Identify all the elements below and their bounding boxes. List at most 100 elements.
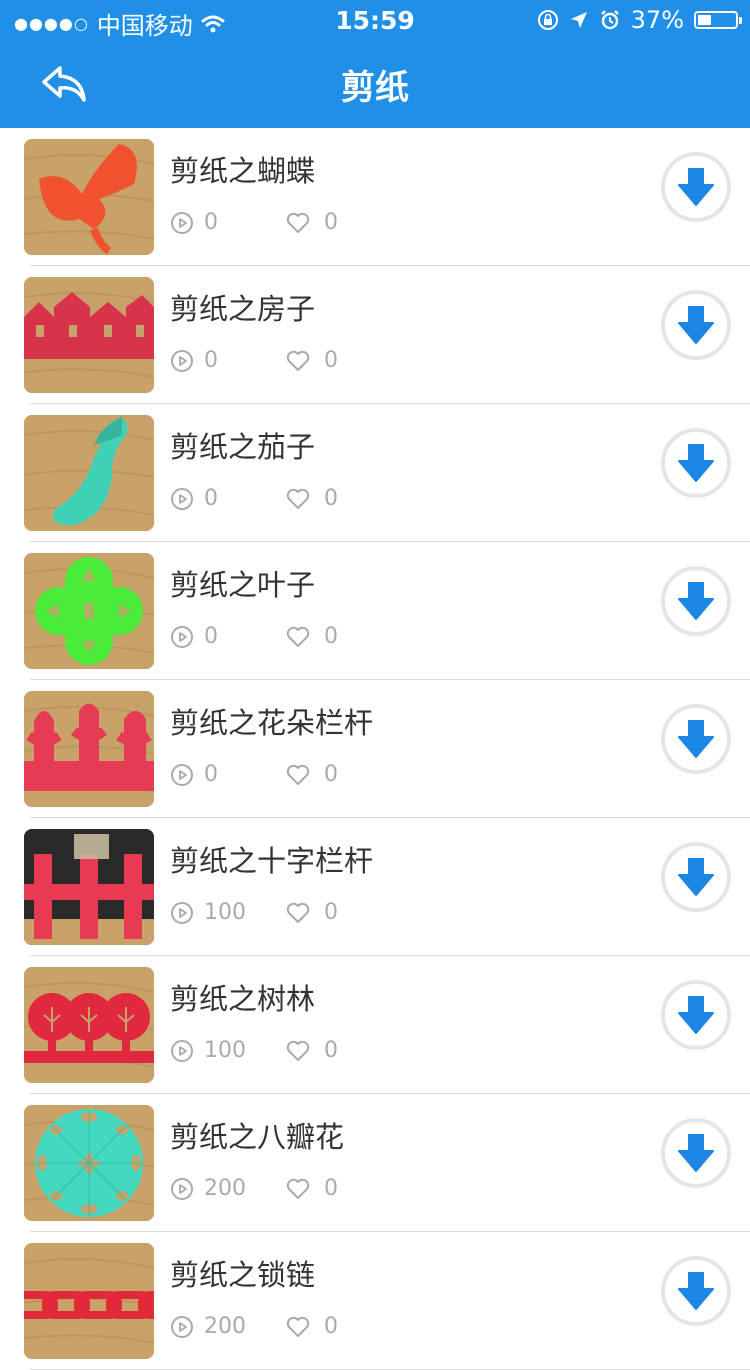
list-item[interactable]: 剪纸之八瓣花 200 0 — [0, 1094, 750, 1232]
like-count: 0 — [286, 210, 338, 235]
thumbnail-image[interactable] — [24, 553, 154, 669]
play-count: 100 — [170, 900, 246, 925]
play-icon — [171, 1315, 193, 1338]
heart-icon[interactable] — [286, 488, 310, 510]
like-count-value: 0 — [324, 624, 338, 649]
thumbnail-image[interactable] — [24, 415, 154, 531]
location-arrow-icon — [570, 12, 587, 28]
thumbnail-image[interactable] — [24, 139, 154, 255]
like-count: 0 — [286, 624, 338, 649]
heart-icon[interactable] — [286, 1040, 310, 1062]
leaf-papercut-image — [24, 553, 154, 669]
download-arrow-icon — [678, 582, 714, 620]
item-title: 剪纸之花朵栏杆 — [170, 706, 374, 740]
download-arrow-icon — [678, 168, 714, 206]
battery-percent: 37% — [630, 6, 684, 34]
download-arrow-icon — [678, 306, 714, 344]
rotation-lock-icon — [537, 10, 558, 30]
like-count: 0 — [286, 348, 338, 373]
play-count-value: 0 — [204, 624, 218, 649]
like-count-value: 0 — [324, 486, 338, 511]
list-item[interactable]: 剪纸之锁链 200 0 — [0, 1232, 750, 1370]
thumbnail-image[interactable] — [24, 1243, 154, 1359]
play-count: 0 — [170, 348, 218, 373]
video-list: 剪纸之蝴蝶 0 0 剪纸之房子 0 0 剪纸之茄子 0 0 剪纸之叶子 0 0 … — [0, 128, 750, 1370]
play-count: 0 — [170, 486, 218, 511]
download-button[interactable] — [661, 566, 731, 636]
download-button[interactable] — [661, 290, 731, 360]
item-title: 剪纸之锁链 — [170, 1258, 316, 1292]
download-arrow-icon — [678, 444, 714, 482]
battery-icon — [694, 11, 742, 29]
like-count-value: 0 — [324, 1038, 338, 1063]
play-icon — [171, 349, 193, 372]
play-count: 200 — [170, 1176, 246, 1201]
chain-papercut-image — [24, 1243, 154, 1359]
thumbnail-image[interactable] — [24, 277, 154, 393]
butterfly-papercut-image — [24, 139, 154, 255]
thumbnail-image[interactable] — [24, 829, 154, 945]
flower-fence-papercut-image — [24, 691, 154, 807]
list-item[interactable]: 剪纸之茄子 0 0 — [0, 404, 750, 542]
download-button[interactable] — [661, 1256, 731, 1326]
item-title: 剪纸之八瓣花 — [170, 1120, 345, 1154]
list-item[interactable]: 剪纸之蝴蝶 0 0 — [0, 128, 750, 266]
play-icon — [171, 901, 193, 924]
like-count: 0 — [286, 900, 338, 925]
play-count-value: 0 — [204, 762, 218, 787]
alarm-icon — [600, 10, 619, 30]
play-count-value: 100 — [204, 900, 246, 925]
play-count-value: 0 — [204, 348, 218, 373]
item-title: 剪纸之树林 — [170, 982, 316, 1016]
like-count-value: 0 — [324, 1176, 338, 1201]
heart-icon[interactable] — [286, 626, 310, 648]
download-arrow-icon — [678, 858, 714, 896]
like-count-value: 0 — [324, 900, 338, 925]
list-item[interactable]: 剪纸之叶子 0 0 — [0, 542, 750, 680]
list-item[interactable]: 剪纸之花朵栏杆 0 0 — [0, 680, 750, 818]
thumbnail-image[interactable] — [24, 691, 154, 807]
download-arrow-icon — [678, 720, 714, 758]
heart-icon[interactable] — [286, 1178, 310, 1200]
item-title: 剪纸之十字栏杆 — [170, 844, 374, 878]
like-count-value: 0 — [324, 1314, 338, 1339]
download-arrow-icon — [678, 1134, 714, 1172]
thumbnail-image[interactable] — [24, 967, 154, 1083]
download-button[interactable] — [661, 842, 731, 912]
play-count: 0 — [170, 210, 218, 235]
play-icon — [171, 625, 193, 648]
download-button[interactable] — [661, 428, 731, 498]
play-count-value: 100 — [204, 1038, 246, 1063]
heart-icon[interactable] — [286, 212, 310, 234]
play-icon — [171, 1177, 193, 1200]
heart-icon[interactable] — [286, 1316, 310, 1338]
list-item[interactable]: 剪纸之树林 100 0 — [0, 956, 750, 1094]
list-item[interactable]: 剪纸之十字栏杆 100 0 — [0, 818, 750, 956]
heart-icon[interactable] — [286, 902, 310, 924]
item-title: 剪纸之蝴蝶 — [170, 154, 316, 188]
play-count-value: 0 — [204, 486, 218, 511]
cross-fence-papercut-image — [24, 829, 154, 945]
status-right: 37% — [537, 6, 742, 34]
item-title: 剪纸之房子 — [170, 292, 316, 326]
download-button[interactable] — [661, 1118, 731, 1188]
thumbnail-image[interactable] — [24, 1105, 154, 1221]
battery-fill — [698, 15, 711, 25]
heart-icon[interactable] — [286, 350, 310, 372]
like-count-value: 0 — [324, 348, 338, 373]
play-count: 0 — [170, 624, 218, 649]
heart-icon[interactable] — [286, 764, 310, 786]
download-arrow-icon — [678, 1272, 714, 1310]
download-button[interactable] — [661, 980, 731, 1050]
like-count: 0 — [286, 1176, 338, 1201]
play-icon — [171, 487, 193, 510]
like-count-value: 0 — [324, 210, 338, 235]
page-title: 剪纸 — [341, 68, 409, 108]
house-papercut-image — [24, 277, 154, 393]
play-count: 100 — [170, 1038, 246, 1063]
download-button[interactable] — [661, 704, 731, 774]
download-button[interactable] — [661, 152, 731, 222]
play-icon — [171, 763, 193, 786]
status-bar: ●●●●○ 中国移动 15:59 37% — [0, 0, 750, 40]
list-item[interactable]: 剪纸之房子 0 0 — [0, 266, 750, 404]
